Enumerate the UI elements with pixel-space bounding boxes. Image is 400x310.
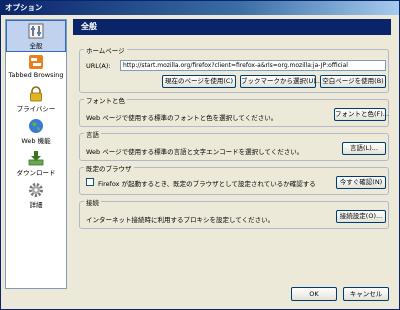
sidebar-item-web-features[interactable]: Web 機能 — [6, 116, 66, 148]
languages-group: 言語 Web ページで使用する標準の言語と文字エンコードを選択してください。 言… — [79, 129, 389, 161]
sidebar-item-advanced[interactable]: 詳細 — [6, 180, 66, 212]
group-label: 既定のブラウザ — [84, 163, 134, 173]
check-now-button[interactable]: 今すぐ確認(N) — [336, 176, 386, 189]
languages-description: Web ページで使用する標準の言語と文字エンコードを選択してください。 — [86, 148, 304, 156]
options-dialog: オプション 全般 Tabbed Browsing プライバシー Web 機能 ダ… — [0, 0, 400, 310]
panel-title: 全般 — [73, 19, 391, 35]
use-current-page-button[interactable]: 現在のページを使用(C) — [162, 75, 236, 88]
group-label: 接続 — [84, 197, 101, 207]
category-sidebar: 全般 Tabbed Browsing プライバシー Web 機能 ダウンロード … — [5, 19, 67, 289]
homepage-url-input[interactable]: http://start.mozilla.org/firefox?client=… — [120, 60, 386, 71]
fonts-colors-button[interactable]: フォントと色(F)... — [334, 108, 389, 121]
fonts-group: フォントと色 Web ページで使用する標準のフォントと色を選択してください。 フ… — [79, 95, 389, 127]
sidebar-item-tabbed-browsing[interactable]: Tabbed Browsing — [6, 52, 66, 84]
default-browser-group: 既定のブラウザ Firefox が起動するとき、既定のブラウザとして設定されてい… — [79, 163, 389, 195]
tabs-icon — [28, 54, 44, 70]
sidebar-item-label: プライバシー — [16, 105, 56, 113]
sidebar-item-label: 全般 — [29, 42, 43, 50]
sidebar-item-downloads[interactable]: ダウンロード — [6, 148, 66, 180]
general-icon — [28, 23, 44, 39]
default-browser-checkbox-label[interactable]: Firefox が起動するとき、既定のブラウザとして設定されているか確認する — [98, 178, 316, 188]
fonts-description: Web ページで使用する標準のフォントと色を選択してください。 — [86, 114, 278, 122]
download-icon — [28, 150, 44, 166]
sidebar-item-general[interactable]: 全般 — [6, 20, 66, 52]
connection-settings-button[interactable]: 接続設定(O)... — [336, 210, 386, 223]
use-bookmark-button[interactable]: ブックマークから選択(U)... — [240, 75, 322, 88]
connection-description: インターネット接続時に利用するプロキシを設定してください。 — [86, 216, 275, 224]
use-blank-page-button[interactable]: 空白ページを使用(B) — [320, 75, 386, 88]
url-label: URL(A): — [86, 62, 111, 70]
sidebar-item-label: 詳細 — [29, 201, 43, 209]
sidebar-item-privacy[interactable]: プライバシー — [6, 84, 66, 116]
group-label: ホームページ — [84, 45, 127, 55]
default-browser-checkbox[interactable] — [86, 178, 94, 186]
globe-icon — [28, 118, 44, 134]
sidebar-item-label: Web 機能 — [21, 137, 51, 145]
languages-button[interactable]: 言語(L)... — [342, 142, 386, 155]
group-label: 言語 — [84, 129, 101, 139]
sidebar-item-label: Tabbed Browsing — [8, 71, 64, 79]
connection-group: 接続 インターネット接続時に利用するプロキシを設定してください。 接続設定(O)… — [79, 197, 389, 229]
sidebar-item-label: ダウンロード — [16, 169, 56, 177]
lock-icon — [28, 86, 44, 102]
group-label: フォントと色 — [84, 95, 127, 105]
cancel-button[interactable]: キャンセル — [343, 287, 389, 301]
ok-button[interactable]: OK — [291, 287, 337, 301]
homepage-group: ホームページ URL(A): http://start.mozilla.org/… — [79, 45, 389, 93]
title-bar[interactable]: オプション — [1, 1, 399, 15]
gear-icon — [28, 182, 44, 198]
general-panel: 全般 ホームページ URL(A): http://start.mozilla.o… — [73, 19, 391, 289]
